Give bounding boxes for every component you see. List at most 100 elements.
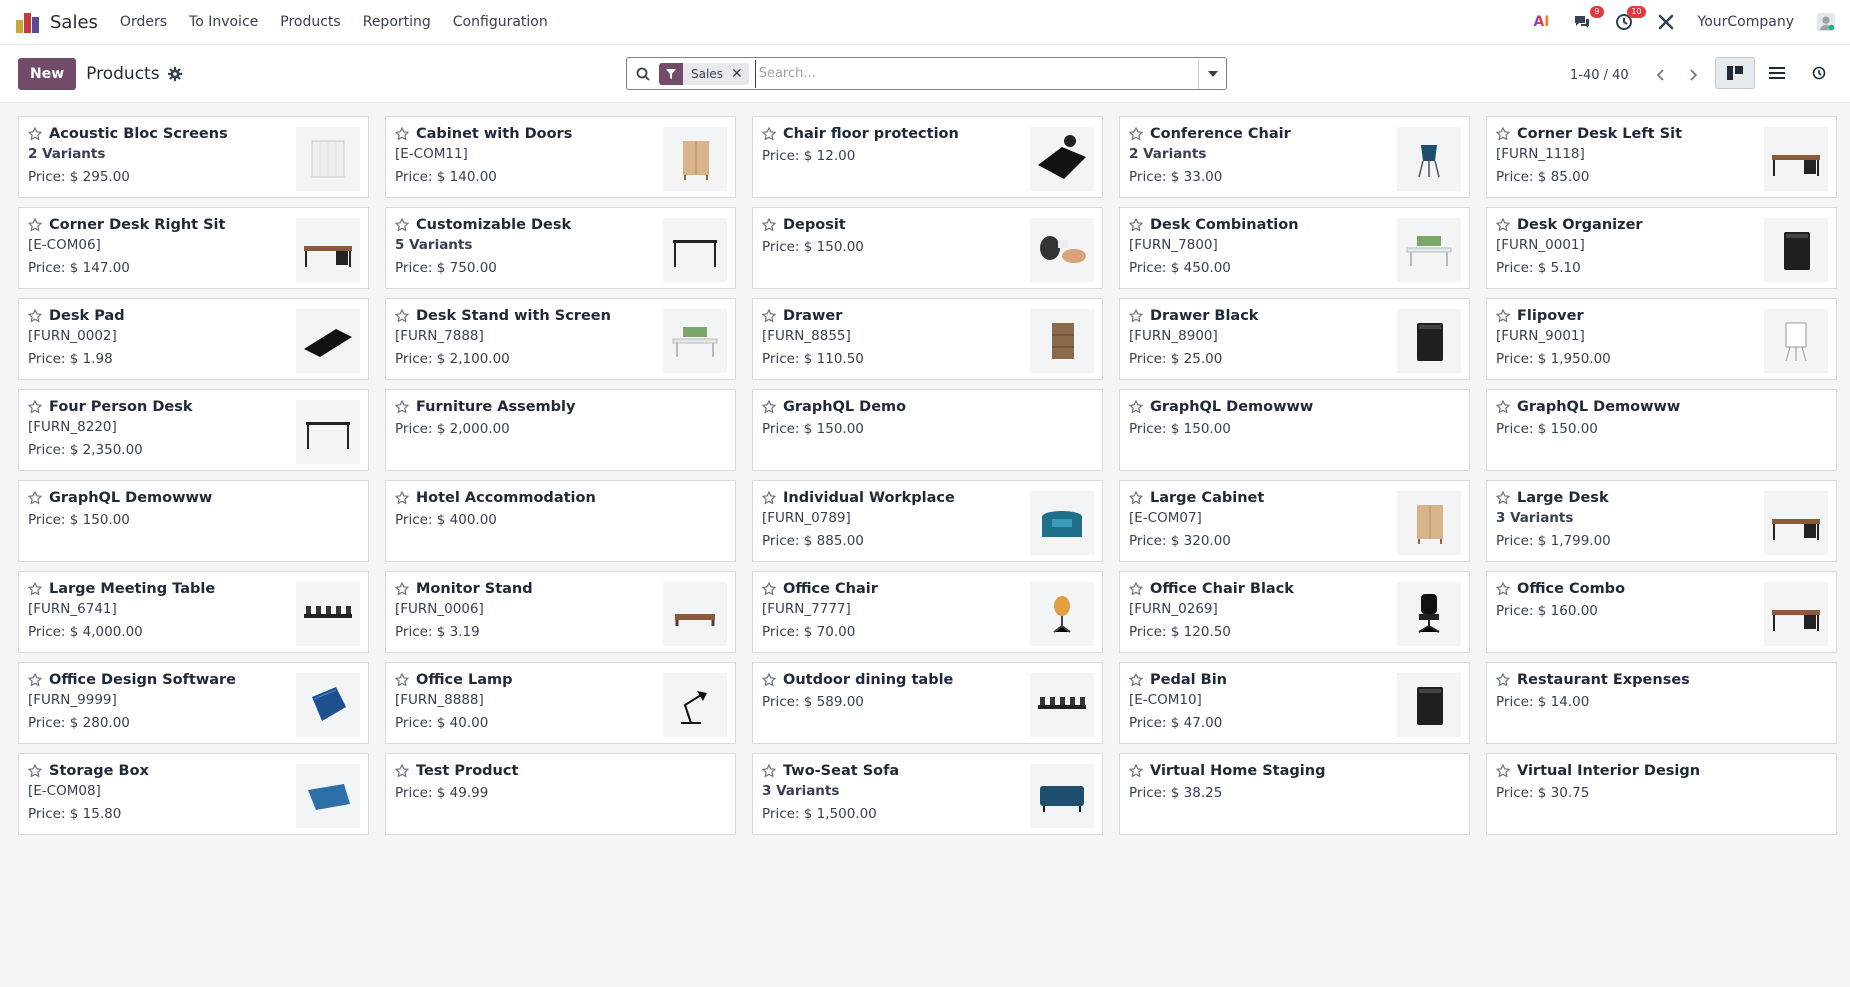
product-card[interactable]: Flipover [FURN_9001] Price: $ 1,950.00: [1486, 298, 1837, 380]
star-icon[interactable]: [1496, 218, 1510, 232]
star-icon[interactable]: [28, 127, 42, 141]
product-card[interactable]: Drawer Black [FURN_8900] Price: $ 25.00: [1119, 298, 1470, 380]
product-card[interactable]: Four Person Desk [FURN_8220] Price: $ 2,…: [18, 389, 369, 471]
ai-icon[interactable]: AI: [1533, 14, 1549, 30]
star-icon[interactable]: [1496, 127, 1510, 141]
product-card[interactable]: Desk Combination [FURN_7800] Price: $ 45…: [1119, 207, 1470, 289]
star-icon[interactable]: [1496, 582, 1510, 596]
product-card[interactable]: Restaurant Expenses Price: $ 14.00: [1486, 662, 1837, 744]
star-icon[interactable]: [395, 218, 409, 232]
menu-to-invoice[interactable]: To Invoice: [189, 14, 258, 30]
product-card[interactable]: Desk Pad [FURN_0002] Price: $ 1.98: [18, 298, 369, 380]
star-icon[interactable]: [762, 582, 776, 596]
star-icon[interactable]: [28, 491, 42, 505]
product-card[interactable]: Office Chair [FURN_7777] Price: $ 70.00: [752, 571, 1103, 653]
product-card[interactable]: GraphQL Demowww Price: $ 150.00: [1486, 389, 1837, 471]
product-card[interactable]: Deposit Price: $ 150.00: [752, 207, 1103, 289]
new-button[interactable]: New: [18, 57, 77, 90]
star-icon[interactable]: [395, 582, 409, 596]
star-icon[interactable]: [1496, 491, 1510, 505]
star-icon[interactable]: [762, 400, 776, 414]
product-card[interactable]: GraphQL Demo Price: $ 150.00: [752, 389, 1103, 471]
star-icon[interactable]: [1129, 400, 1143, 414]
star-icon[interactable]: [28, 400, 42, 414]
star-icon[interactable]: [395, 127, 409, 141]
star-icon[interactable]: [1129, 764, 1143, 778]
star-icon[interactable]: [762, 764, 776, 778]
menu-products[interactable]: Products: [280, 14, 340, 30]
star-icon[interactable]: [28, 309, 42, 323]
search-input[interactable]: [754, 59, 1198, 88]
chevron-down-icon[interactable]: [1198, 58, 1226, 89]
product-card[interactable]: Cabinet with Doors [E-COM11] Price: $ 14…: [385, 116, 736, 198]
product-card[interactable]: Desk Organizer [FURN_0001] Price: $ 5.10: [1486, 207, 1837, 289]
company-switcher[interactable]: YourCompany: [1698, 14, 1795, 30]
star-icon[interactable]: [28, 673, 42, 687]
activity-view-icon[interactable]: [1799, 57, 1839, 89]
star-icon[interactable]: [1129, 582, 1143, 596]
product-card[interactable]: Furniture Assembly Price: $ 2,000.00: [385, 389, 736, 471]
star-icon[interactable]: [28, 582, 42, 596]
product-card[interactable]: Individual Workplace [FURN_0789] Price: …: [752, 480, 1103, 562]
star-icon[interactable]: [395, 309, 409, 323]
star-icon[interactable]: [1496, 400, 1510, 414]
kanban-view-icon[interactable]: [1715, 57, 1755, 89]
star-icon[interactable]: [395, 491, 409, 505]
app-name[interactable]: Sales: [50, 12, 98, 33]
star-icon[interactable]: [762, 491, 776, 505]
product-card[interactable]: Outdoor dining table Price: $ 589.00: [752, 662, 1103, 744]
close-icon[interactable]: ✕: [731, 66, 749, 82]
star-icon[interactable]: [1496, 309, 1510, 323]
product-card[interactable]: Corner Desk Right Sit [E-COM06] Price: $…: [18, 207, 369, 289]
product-card[interactable]: Large Desk 3 Variants Price: $ 1,799.00: [1486, 480, 1837, 562]
menu-reporting[interactable]: Reporting: [363, 14, 431, 30]
activities-clock-icon[interactable]: 10: [1614, 6, 1646, 32]
menu-configuration[interactable]: Configuration: [453, 14, 548, 30]
product-card[interactable]: Virtual Interior Design Price: $ 30.75: [1486, 753, 1837, 835]
product-card[interactable]: Conference Chair 2 Variants Price: $ 33.…: [1119, 116, 1470, 198]
star-icon[interactable]: [762, 127, 776, 141]
star-icon[interactable]: [1496, 764, 1510, 778]
product-card[interactable]: Large Meeting Table [FURN_6741] Price: $…: [18, 571, 369, 653]
product-card[interactable]: Desk Stand with Screen [FURN_7888] Price…: [385, 298, 736, 380]
product-card[interactable]: Office Chair Black [FURN_0269] Price: $ …: [1119, 571, 1470, 653]
star-icon[interactable]: [1129, 309, 1143, 323]
list-view-icon[interactable]: [1757, 57, 1797, 89]
gear-icon[interactable]: [167, 66, 182, 81]
search-icon[interactable]: [627, 67, 659, 81]
star-icon[interactable]: [395, 400, 409, 414]
product-card[interactable]: Office Combo Price: $ 160.00: [1486, 571, 1837, 653]
product-card[interactable]: Drawer [FURN_8855] Price: $ 110.50: [752, 298, 1103, 380]
star-icon[interactable]: [1129, 127, 1143, 141]
product-card[interactable]: Customizable Desk 5 Variants Price: $ 75…: [385, 207, 736, 289]
product-card[interactable]: Large Cabinet [E-COM07] Price: $ 320.00: [1119, 480, 1470, 562]
product-card[interactable]: Office Design Software [FURN_9999] Price…: [18, 662, 369, 744]
product-card[interactable]: Test Product Price: $ 49.99: [385, 753, 736, 835]
user-avatar[interactable]: [1816, 12, 1836, 32]
star-icon[interactable]: [1129, 491, 1143, 505]
chevron-right-icon[interactable]: [1681, 62, 1707, 88]
star-icon[interactable]: [395, 764, 409, 778]
debug-tools-icon[interactable]: [1656, 12, 1676, 32]
product-card[interactable]: Corner Desk Left Sit [FURN_1118] Price: …: [1486, 116, 1837, 198]
product-card[interactable]: Hotel Accommodation Price: $ 400.00: [385, 480, 736, 562]
product-card[interactable]: Pedal Bin [E-COM10] Price: $ 47.00: [1119, 662, 1470, 744]
sales-app-icon[interactable]: [16, 10, 40, 34]
star-icon[interactable]: [1129, 673, 1143, 687]
star-icon[interactable]: [28, 218, 42, 232]
product-card[interactable]: GraphQL Demowww Price: $ 150.00: [18, 480, 369, 562]
product-card[interactable]: Monitor Stand [FURN_0006] Price: $ 3.19: [385, 571, 736, 653]
product-card[interactable]: Office Lamp [FURN_8888] Price: $ 40.00: [385, 662, 736, 744]
star-icon[interactable]: [762, 673, 776, 687]
pager-value[interactable]: 1-40 / 40: [1570, 68, 1629, 83]
star-icon[interactable]: [762, 218, 776, 232]
star-icon[interactable]: [1129, 218, 1143, 232]
chevron-left-icon[interactable]: [1647, 62, 1673, 88]
product-card[interactable]: Acoustic Bloc Screens 2 Variants Price: …: [18, 116, 369, 198]
product-card[interactable]: Two-Seat Sofa 3 Variants Price: $ 1,500.…: [752, 753, 1103, 835]
star-icon[interactable]: [28, 764, 42, 778]
messages-icon[interactable]: 9: [1572, 6, 1604, 32]
product-card[interactable]: Storage Box [E-COM08] Price: $ 15.80: [18, 753, 369, 835]
star-icon[interactable]: [1496, 673, 1510, 687]
product-card[interactable]: Chair floor protection Price: $ 12.00: [752, 116, 1103, 198]
